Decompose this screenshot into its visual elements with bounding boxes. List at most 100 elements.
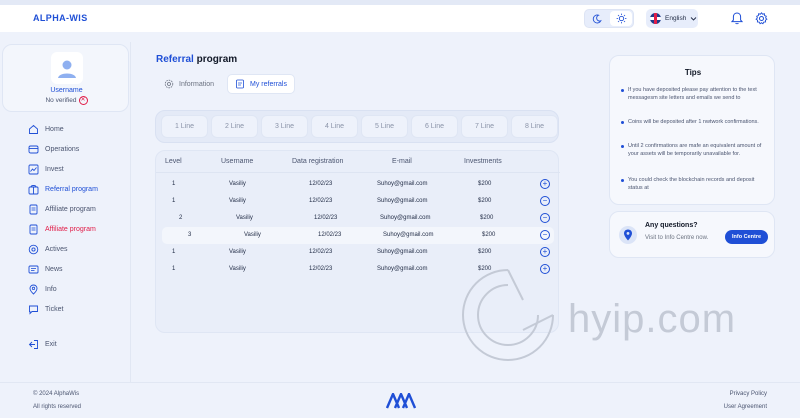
sidebar: Username No verified ✕ Home Operations In… [0,42,131,382]
expand-row-button[interactable]: + [540,247,550,257]
cell-investment: $200 [478,198,492,204]
gear-icon[interactable] [755,12,768,25]
sidebar-nav: Home Operations Invest Referral program … [28,119,98,319]
cell-date: 12/02/23 [309,266,333,272]
cell-username: Vasiliy [236,215,253,221]
logo[interactable]: ALPHA-WIS [33,13,88,23]
sun-icon[interactable] [610,11,632,26]
sidebar-item-news[interactable]: News [28,259,98,279]
sidebar-item-info[interactable]: Info [28,279,98,299]
tab-label: My referrals [250,80,287,88]
tips-title: Tips [684,68,702,77]
table-row: 2 Vasiliy 12/02/23 Suhoy@gmail.com $200 … [156,210,560,227]
news-icon [28,265,39,273]
language-selector[interactable]: English [646,9,698,28]
sidebar-item-label: News [45,265,63,273]
cell-email: Suhoy@gmail.com [380,215,431,221]
ticket-icon [29,305,38,315]
user-agreement-link[interactable]: User Agreement [724,404,767,410]
sidebar-item-actives[interactable]: Actives [28,239,98,259]
line-1-button[interactable]: 1 Line [161,115,208,138]
exit-icon [28,340,38,349]
tab-my-referrals[interactable]: My referrals [227,74,295,94]
cell-investment: $200 [478,266,492,272]
cell-investment: $200 [478,181,492,187]
cell-level: 3 [188,232,192,238]
verification-status: No verified ✕ [3,96,130,105]
cell-email: Suhoy@gmail.com [377,198,428,204]
table-row: 1 Vasiliy 12/02/23 Suhoy@gmail.com $200 … [156,176,560,193]
tab-information[interactable]: Information [157,74,221,94]
sidebar-item-invest[interactable]: Invest [28,159,98,179]
operations-icon [28,145,39,153]
footer-logo-icon[interactable] [386,393,416,409]
table-row: 1 Vasiliy 12/02/23 Suhoy@gmail.com $200 … [156,244,560,261]
invest-icon [28,164,39,174]
privacy-policy-link[interactable]: Privacy Policy [730,391,767,397]
referral-lines-bar: 1 Line 2 Line 3 Line 4 Line 5 Line 6 Lin… [155,110,559,143]
sidebar-item-referral-program[interactable]: Referral program [28,179,98,199]
tip-item: You could check the blockchain records a… [621,176,769,192]
bell-icon[interactable] [731,12,743,25]
main-content: Referral program Information My referral… [131,42,584,382]
avatar[interactable] [51,52,83,84]
copyright: © 2024 AlphaWis [33,391,80,397]
location-pin-icon [619,226,637,244]
page-title-accent: Referral [156,54,194,65]
tab-label: Information [179,80,215,88]
sidebar-item-ticket[interactable]: Ticket [28,299,98,319]
header: ALPHA-WIS English [0,5,800,32]
tips-panel: Tips If you have deposited please pay at… [609,55,775,205]
profile-username[interactable]: Username [3,87,130,94]
moon-icon[interactable] [586,11,608,26]
line-8-button[interactable]: 8 Line [511,115,558,138]
verification-label: No verified [45,97,77,105]
sidebar-item-label: Ticket [45,305,64,313]
table-row: 1 Vasiliy 12/02/23 Suhoy@gmail.com $200 … [156,193,560,210]
not-verified-icon: ✕ [78,96,88,105]
line-5-button[interactable]: 5 Line [361,115,408,138]
cell-email: Suhoy@gmail.com [377,266,428,272]
cell-email: Suhoy@gmail.com [377,181,428,187]
settings-icon [164,79,174,89]
line-2-button[interactable]: 2 Line [211,115,258,138]
sidebar-item-affiliate-program[interactable]: Affiliate program [28,199,98,219]
rights-reserved: All rights reserved [33,404,82,410]
column-header-username: Username [221,158,254,165]
collapse-row-button[interactable]: − [540,196,550,206]
expand-row-button[interactable]: + [540,179,550,189]
cell-date: 12/02/23 [309,181,333,187]
line-4-button[interactable]: 4 Line [311,115,358,138]
watermark-text: hyip.com [568,297,737,341]
info-centre-button[interactable]: Info Centre [725,230,768,244]
questions-subtitle: Visit to Info Centre now. [645,235,709,241]
column-header-level: Level [165,158,182,165]
sidebar-item-label: Referral program [45,185,98,193]
column-header-email: E-mail [392,158,412,165]
sidebar-item-operations[interactable]: Operations [28,139,98,159]
collapse-row-button[interactable]: − [540,213,550,223]
tip-item: If you have deposited please pay attenti… [621,86,769,102]
cell-username: Vasiliy [244,232,261,238]
line-3-button[interactable]: 3 Line [261,115,308,138]
cell-level: 2 [179,215,183,221]
column-header-date: Data registration [292,158,344,165]
table-header: Level Username Data registration E-mail … [156,151,560,173]
theme-toggle[interactable] [584,9,634,28]
sidebar-item-affiliate-program-alert[interactable]: Affiliate program [28,219,98,239]
sidebar-item-home[interactable]: Home [28,119,98,139]
line-7-button[interactable]: 7 Line [461,115,508,138]
document-icon [236,79,244,89]
line-6-button[interactable]: 6 Line [411,115,458,138]
cell-username: Vasiliy [229,181,246,187]
cell-date: 12/02/23 [314,215,338,221]
collapse-row-button[interactable]: − [540,230,550,240]
cell-level: 1 [172,181,176,187]
cell-username: Vasiliy [229,266,246,272]
user-avatar-icon [58,60,76,78]
exit-button[interactable]: Exit [28,339,57,350]
expand-row-button[interactable]: + [540,264,550,274]
sidebar-item-label: Invest [45,165,64,173]
column-header-investments: Investments [464,158,502,165]
sidebar-item-label: Info [45,285,57,293]
